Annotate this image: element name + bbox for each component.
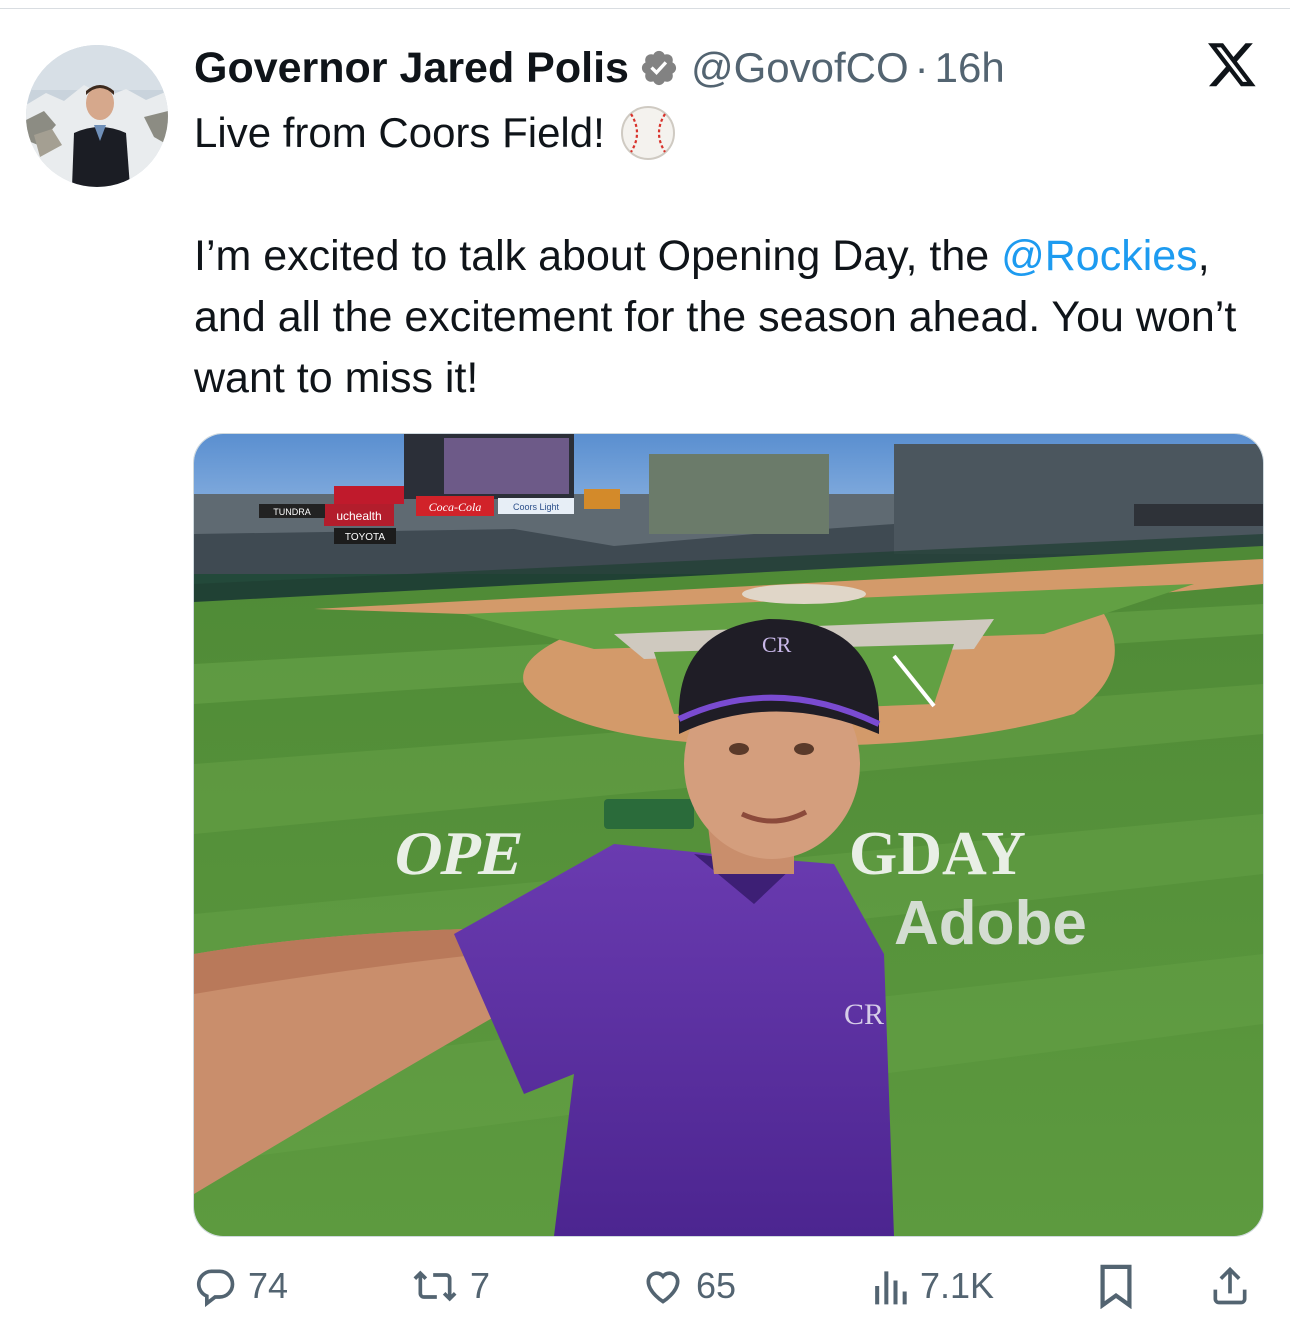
bookmark-button[interactable] (1096, 1258, 1136, 1314)
retweet-icon (410, 1264, 460, 1308)
tweet-media-photo[interactable]: uchealth TOYOTA TUNDRA Coca-Cola Coors L… (193, 433, 1264, 1237)
shirt-logo: CR (844, 998, 884, 1031)
like-count: 65 (696, 1265, 737, 1306)
sign-toyota: TOYOTA (345, 532, 386, 543)
views-count: 7.1K (920, 1265, 995, 1306)
like-button[interactable]: 65 (640, 1258, 736, 1314)
heart-icon (640, 1264, 686, 1308)
grass-opening-day-left: OPE (388, 819, 530, 888)
sign-tundra: TUNDRA (273, 507, 311, 517)
sign-uchealth: uchealth (336, 509, 381, 523)
verified-badge-icon[interactable] (639, 48, 679, 88)
tweet-text-first-line: Live from Coors Field! (194, 104, 677, 162)
grass-opening-day-right: GDAY (849, 820, 1026, 888)
sign-coorslight: Coors Light (513, 502, 560, 512)
tweet-action-bar: 74 7 65 7.1K (190, 1258, 1270, 1318)
separator-dot: · (914, 44, 929, 91)
stadium-selfie-image: uchealth TOYOTA TUNDRA Coca-Cola Coors L… (194, 434, 1263, 1236)
reply-count: 74 (248, 1265, 289, 1306)
tweet-text-body: I’m excited to talk about Opening Day, t… (194, 226, 1254, 409)
reply-button[interactable]: 74 (194, 1258, 288, 1314)
baseball-emoji-icon (619, 104, 677, 162)
tweet-header: Governor Jared Polis @GovofCO · 16h (194, 40, 1005, 96)
avatar-image (26, 45, 168, 187)
share-icon (1208, 1263, 1252, 1309)
x-logo-icon[interactable] (1206, 42, 1258, 90)
mention-link-rockies[interactable]: @Rockies (1001, 232, 1198, 280)
author-avatar[interactable] (26, 45, 168, 187)
bookmark-icon (1096, 1263, 1136, 1309)
tweet: Governor Jared Polis @GovofCO · 16h Live… (0, 0, 1290, 1337)
sign-cocacola: Coca-Cola (429, 500, 482, 514)
reply-icon (194, 1264, 238, 1308)
views-button[interactable]: 7.1K (870, 1258, 994, 1314)
author-handle[interactable]: @GovofCO (691, 44, 909, 92)
tweet-timestamp[interactable]: 16h (935, 44, 1005, 92)
retweet-count: 7 (470, 1265, 491, 1306)
tweet-text-line1: Live from Coors Field! (194, 109, 605, 156)
tweet-body-part1: I’m excited to talk about Opening Day, t… (194, 232, 1002, 280)
views-chart-icon (870, 1264, 910, 1308)
share-button[interactable] (1208, 1258, 1252, 1314)
grass-adobe: Adobe (894, 889, 1087, 958)
cap-logo: CR (762, 632, 792, 657)
retweet-button[interactable]: 7 (410, 1258, 490, 1314)
author-display-name[interactable]: Governor Jared Polis (194, 44, 629, 93)
